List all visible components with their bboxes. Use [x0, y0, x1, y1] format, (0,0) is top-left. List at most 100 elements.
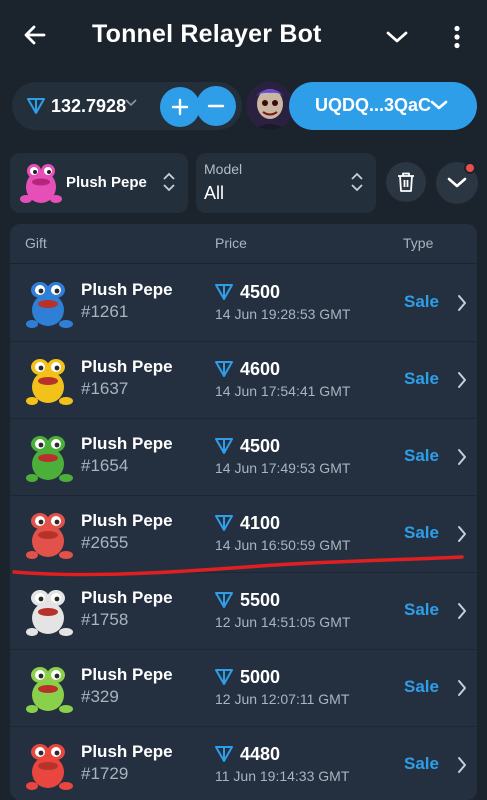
gift-select[interactable]: Plush Pepe — [10, 153, 188, 213]
plush-pepe-thumbnail — [26, 359, 73, 405]
chevron-right-icon — [458, 449, 466, 465]
plus-icon — [171, 98, 189, 116]
plush-pepe-thumbnail — [20, 164, 62, 203]
minus-icon — [207, 104, 225, 108]
chevron-down-icon — [430, 100, 448, 110]
ton-icon — [215, 438, 233, 454]
gift-number: #1654 — [81, 456, 129, 475]
sale-type-link[interactable]: Sale — [404, 523, 439, 543]
table-row[interactable]: Plush Pepe #329 5000 12 Jun 12:07:11 GMT Sal… — [10, 651, 477, 727]
price-value: 4500 — [240, 282, 281, 302]
gift-name: Plush Pepe — [81, 588, 173, 607]
chevron-down-icon — [386, 31, 408, 43]
column-header-price: Price — [215, 235, 247, 251]
price-value: 4100 — [240, 513, 281, 533]
balance-value: 132.7928 — [51, 96, 127, 116]
clear-filters-button[interactable] — [386, 162, 426, 202]
chevron-right-icon — [458, 603, 466, 619]
chevron-down-icon — [447, 177, 467, 188]
back-arrow-icon — [24, 25, 46, 45]
gift-name: Plush Pepe — [81, 280, 173, 299]
gift-number: #329 — [81, 687, 119, 706]
plush-pepe-thumbnail — [26, 513, 73, 559]
updown-icon — [351, 172, 363, 192]
notification-dot — [464, 162, 476, 174]
plush-pepe-thumbnail — [26, 667, 73, 713]
table-row[interactable]: Plush Pepe #1729 4480 11 Jun 19:14:33 GMT Sa… — [10, 728, 477, 800]
table-row[interactable]: Plush Pepe #1261 4500 14 Jun 19:28:53 GMT Sa… — [10, 266, 477, 342]
header-expand-button[interactable] — [380, 20, 414, 54]
chevron-right-icon — [458, 757, 466, 773]
sale-date: 14 Jun 19:28:53 GMT — [215, 306, 351, 322]
ton-icon — [215, 515, 233, 531]
gift-name: Plush Pepe — [81, 511, 173, 530]
chevron-right-icon — [458, 372, 466, 388]
avatar-image — [246, 82, 294, 130]
column-header-type: Type — [403, 235, 434, 251]
chevron-down-icon — [125, 99, 137, 107]
sale-type-link[interactable]: Sale — [404, 369, 439, 389]
gift-name: Plush Pepe — [81, 742, 173, 761]
sale-type-link[interactable]: Sale — [404, 754, 439, 774]
table-header: Gift Price Type — [10, 224, 477, 264]
price-value: 4500 — [240, 436, 281, 456]
gift-number: #1729 — [81, 764, 129, 783]
price-value: 4480 — [240, 744, 281, 764]
gift-number: #2655 — [81, 533, 129, 552]
plush-pepe-thumbnail — [26, 282, 73, 328]
gift-name: Plush Pepe — [81, 357, 173, 376]
ton-icon — [27, 98, 45, 114]
gift-name: Plush Pepe — [81, 434, 173, 453]
column-header-gift: Gift — [25, 235, 47, 251]
sale-type-link[interactable]: Sale — [404, 600, 439, 620]
updown-icon — [163, 172, 175, 192]
trash-icon — [398, 172, 414, 192]
wallet-address-button[interactable]: UQDQ...3QaC — [289, 82, 477, 130]
model-select[interactable]: Model All — [196, 153, 376, 213]
back-button[interactable] — [18, 18, 52, 52]
table-row[interactable]: Plush Pepe #1758 5500 12 Jun 14:51:05 GMT Sa… — [10, 574, 477, 650]
price-value: 5500 — [240, 590, 281, 610]
withdraw-button[interactable] — [196, 86, 236, 126]
wallet-address: UQDQ...3QaC — [315, 95, 432, 115]
sale-date: 14 Jun 17:49:53 GMT — [215, 460, 351, 476]
model-select-value: All — [204, 183, 225, 203]
chevron-right-icon — [458, 526, 466, 542]
deposit-button[interactable] — [160, 87, 200, 127]
sale-date: 14 Jun 17:54:41 GMT — [215, 383, 351, 399]
more-vertical-icon — [454, 25, 460, 49]
ton-icon — [215, 669, 233, 685]
table-row[interactable]: Plush Pepe #2655 4100 14 Jun 16:50:59 GMT Sa… — [10, 497, 477, 573]
sale-type-link[interactable]: Sale — [404, 446, 439, 466]
chevron-right-icon — [458, 680, 466, 696]
sale-date: 14 Jun 16:50:59 GMT — [215, 537, 351, 553]
app-header: Tonnel Relayer Bot — [0, 0, 487, 72]
sale-type-link[interactable]: Sale — [404, 677, 439, 697]
plush-pepe-thumbnail — [26, 744, 73, 790]
gift-number: #1637 — [81, 379, 129, 398]
gift-name: Plush Pepe — [81, 665, 173, 684]
ton-icon — [215, 746, 233, 762]
sale-type-link[interactable]: Sale — [404, 292, 439, 312]
gift-number: #1261 — [81, 302, 129, 321]
table-row[interactable]: Plush Pepe #1637 4600 14 Jun 17:54:41 GMT Sa… — [10, 343, 477, 419]
plush-pepe-thumbnail — [26, 436, 73, 482]
price-value: 5000 — [240, 667, 281, 687]
gift-number: #1758 — [81, 610, 129, 629]
table-row[interactable]: Plush Pepe #1654 4500 14 Jun 17:49:53 GMT Sa… — [10, 420, 477, 496]
price-value: 4600 — [240, 359, 281, 379]
ton-icon — [215, 361, 233, 377]
sale-date: 12 Jun 12:07:11 GMT — [215, 691, 350, 707]
sales-table: Gift Price Type Plush Pepe #1261 4500 14 Ju… — [10, 224, 477, 800]
plush-pepe-thumbnail — [26, 590, 73, 636]
avatar[interactable] — [246, 82, 294, 130]
page-title: Tonnel Relayer Bot — [92, 20, 322, 48]
sale-date: 11 Jun 19:14:33 GMT — [215, 768, 350, 784]
more-menu-button[interactable] — [440, 20, 474, 54]
ton-icon — [215, 592, 233, 608]
model-select-caption: Model — [204, 161, 243, 177]
gift-select-label: Plush Pepe — [66, 174, 147, 191]
chevron-right-icon — [458, 295, 466, 311]
ton-icon — [215, 284, 233, 300]
sale-date: 12 Jun 14:51:05 GMT — [215, 614, 351, 630]
